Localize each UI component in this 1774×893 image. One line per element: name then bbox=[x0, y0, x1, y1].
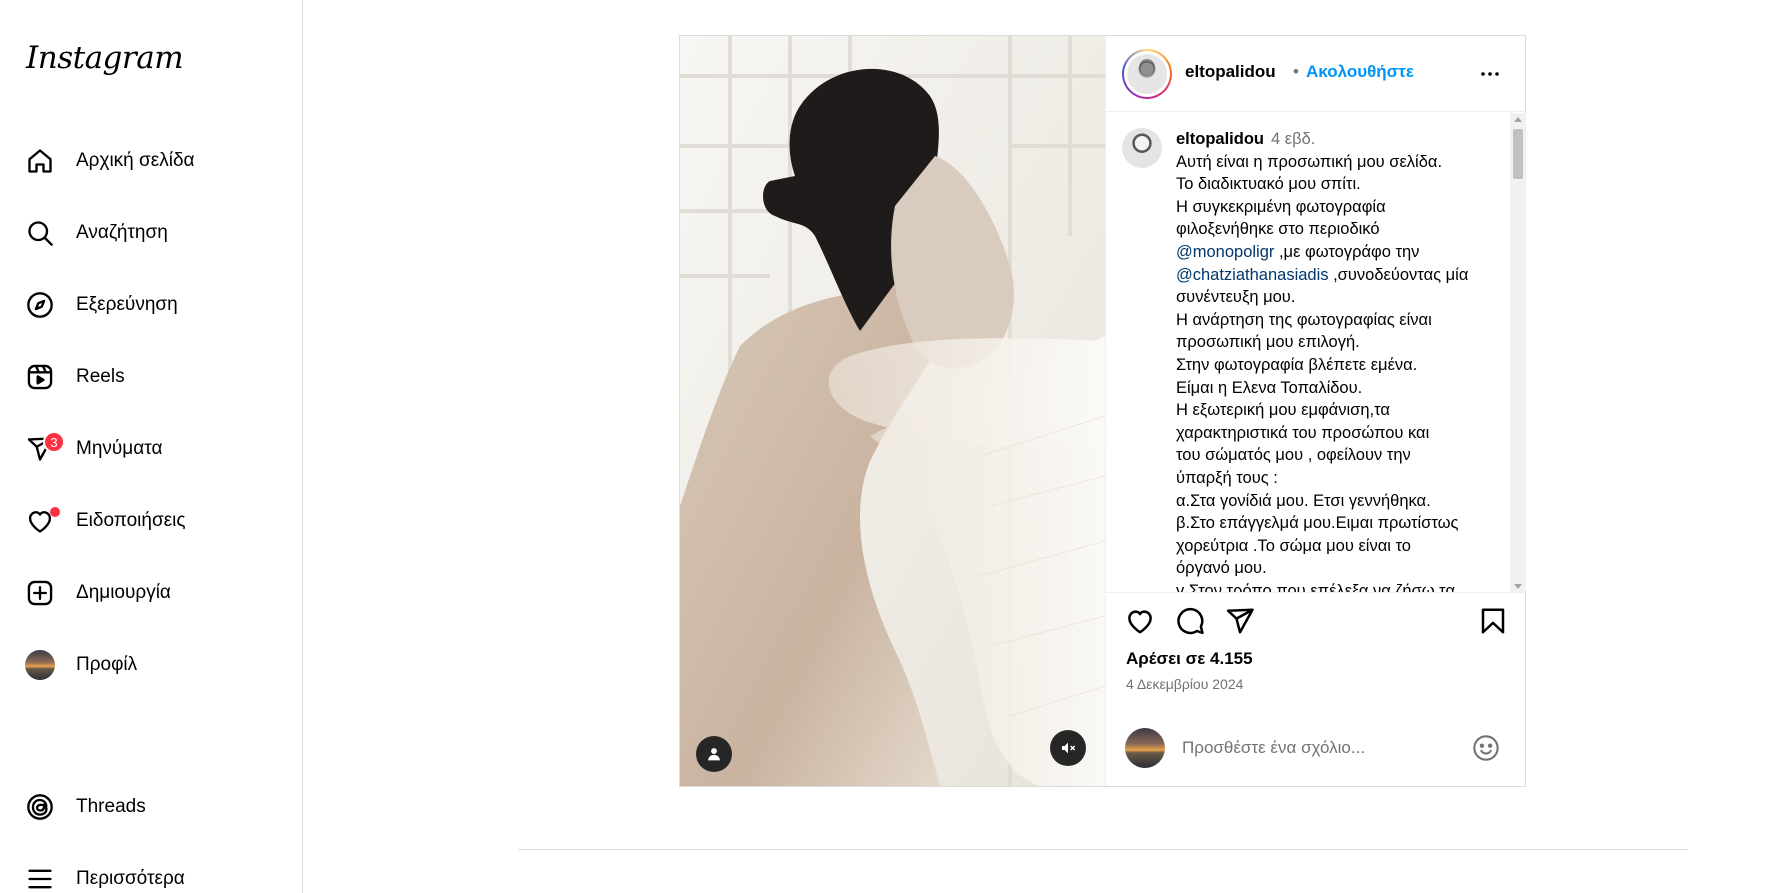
caption-line: Είμαι η Ελενα Τοπαλίδου. bbox=[1176, 378, 1363, 397]
follow-button[interactable]: Ακολουθήστε bbox=[1306, 62, 1414, 82]
caption-line: Στην φωτογραφία βλέπετε εμένα. bbox=[1176, 355, 1418, 374]
caption-text: eltopalidou 4 εβδ. Αυτή είναι η προσωπική… bbox=[1176, 128, 1494, 593]
sidebar-item-profile[interactable]: Προφίλ bbox=[24, 641, 279, 689]
messenger-icon: 3 bbox=[24, 431, 65, 465]
sidebar-item-reels[interactable]: Reels bbox=[24, 353, 279, 401]
caption-line: ύπαρξή τους : bbox=[1176, 468, 1278, 487]
sidebar-item-home[interactable]: Αρχική σελίδα bbox=[24, 137, 279, 185]
caption-line: Η εξωτερική μου εμφάνιση,τα bbox=[1176, 401, 1390, 420]
compass-icon bbox=[24, 289, 56, 321]
emoji-icon bbox=[1473, 735, 1499, 761]
sidebar-item-label: Threads bbox=[76, 796, 146, 817]
caption-line: γ.Στον τρόπο που επέλεξα να ζήσω τα bbox=[1176, 581, 1456, 593]
scroll-down-arrow-icon[interactable] bbox=[1514, 584, 1522, 589]
post-header: eltopalidou • Ακολουθήστε bbox=[1106, 36, 1526, 112]
caption-line: β.Στο επάγγελμά μου.Ειμαι πρωτίστως bbox=[1176, 514, 1459, 533]
caption-fragment: ,συνοδεύοντας μία bbox=[1328, 265, 1469, 284]
caption-line: προσωπική μου επιλογή. bbox=[1176, 333, 1360, 352]
caption-line: Αυτή είναι η προσωπική μου σελίδα. bbox=[1176, 152, 1443, 171]
post-date[interactable]: 4 Δεκεμβρίου 2024 bbox=[1126, 676, 1243, 692]
sidebar-item-label: Προφίλ bbox=[76, 654, 138, 675]
speaker-muted-icon bbox=[1062, 742, 1076, 754]
mute-toggle-button[interactable] bbox=[1050, 730, 1086, 766]
sidebar-item-label: Εξερεύνηση bbox=[76, 294, 178, 315]
sidebar-item-label: Περισσότερα bbox=[76, 868, 185, 889]
caption-line: φιλοξενήθηκε στο περιοδικό bbox=[1176, 220, 1380, 239]
comment-input[interactable] bbox=[1182, 734, 1452, 762]
caption-line: χαρακτηριστικά του προσώπου και bbox=[1176, 423, 1430, 442]
caption-section[interactable]: eltopalidou 4 εβδ. Αυτή είναι η προσωπική… bbox=[1106, 113, 1526, 593]
sidebar-item-create[interactable]: Δημιουργία bbox=[24, 569, 279, 617]
caption-line: Το διαδικτυακό μου σπίτι. bbox=[1176, 175, 1361, 194]
share-button[interactable] bbox=[1223, 604, 1257, 638]
messages-badge: 3 bbox=[43, 431, 65, 453]
header-separator: • bbox=[1293, 62, 1299, 81]
caption-scrollbar[interactable] bbox=[1510, 113, 1526, 592]
share-icon bbox=[1226, 608, 1254, 634]
sidebar-item-label: Δημιουργία bbox=[76, 582, 171, 603]
search-icon bbox=[24, 217, 56, 249]
mention-link[interactable]: @chatziathanasiadis bbox=[1176, 266, 1329, 284]
caption-line: Η συγκεκριμένη φωτογραφία bbox=[1176, 197, 1386, 216]
sidebar-item-search[interactable]: Αναζήτηση bbox=[24, 209, 279, 257]
reels-icon bbox=[24, 361, 56, 393]
user-icon bbox=[708, 748, 720, 761]
caption-time[interactable]: 4 εβδ. bbox=[1271, 130, 1315, 148]
threads-icon bbox=[24, 791, 56, 823]
notification-dot bbox=[50, 507, 60, 517]
home-icon bbox=[24, 145, 56, 177]
post-media[interactable] bbox=[680, 36, 1105, 786]
sidebar-item-label: Ειδοποιήσεις bbox=[76, 510, 186, 531]
sidebar-item-messages[interactable]: 3 Μηνύματα bbox=[24, 425, 279, 473]
caption-username[interactable]: eltopalidou bbox=[1176, 130, 1264, 148]
heart-icon bbox=[24, 505, 60, 537]
scrollbar-thumb[interactable] bbox=[1513, 129, 1523, 179]
sidebar-item-explore[interactable]: Εξερεύνηση bbox=[24, 281, 279, 329]
heart-icon bbox=[1128, 610, 1152, 634]
author-avatar[interactable] bbox=[1122, 49, 1172, 99]
sidebar: Instagram Αρχική σελίδα Αναζήτηση Εξερεύ… bbox=[0, 0, 303, 893]
comment-icon bbox=[1177, 607, 1204, 635]
like-button[interactable] bbox=[1123, 604, 1157, 638]
sidebar-item-label: Reels bbox=[76, 366, 125, 387]
comment-button[interactable] bbox=[1173, 604, 1207, 638]
mention-link[interactable]: @monopoligr bbox=[1176, 243, 1274, 261]
sidebar-item-notifications[interactable]: Ειδοποιήσεις bbox=[24, 497, 279, 545]
sidebar-item-more[interactable]: Περισσότερα bbox=[24, 855, 279, 893]
post-side-panel: eltopalidou • Ακολουθήστε eltopalidou 4 ε… bbox=[1105, 36, 1526, 786]
menu-icon bbox=[24, 863, 56, 893]
sidebar-item-label: Μηνύματα bbox=[76, 438, 163, 459]
caption-line: Η ανάρτηση της φωτογραφίας είναι bbox=[1176, 310, 1432, 329]
post-photo bbox=[680, 36, 1105, 786]
tagged-users-button[interactable] bbox=[696, 736, 732, 772]
instagram-logo[interactable]: Instagram bbox=[26, 40, 184, 76]
more-options-button[interactable] bbox=[1474, 58, 1506, 90]
feed-divider bbox=[518, 849, 1688, 850]
post-actions bbox=[1106, 596, 1526, 646]
current-user-avatar bbox=[1125, 728, 1165, 768]
caption-author-avatar[interactable] bbox=[1122, 128, 1162, 168]
likes-count[interactable]: Αρέσει σε 4.155 bbox=[1126, 649, 1253, 669]
plus-square-icon bbox=[24, 577, 56, 609]
add-comment-bar bbox=[1106, 716, 1526, 786]
save-button[interactable] bbox=[1476, 604, 1510, 638]
author-username[interactable]: eltopalidou bbox=[1185, 62, 1276, 82]
caption-line: όργανό μου. bbox=[1176, 559, 1267, 578]
emoji-button[interactable] bbox=[1470, 732, 1502, 764]
profile-avatar bbox=[24, 649, 56, 681]
sidebar-item-label: Αναζήτηση bbox=[76, 222, 168, 243]
more-icon bbox=[1481, 72, 1499, 76]
scroll-up-arrow-icon[interactable] bbox=[1514, 117, 1522, 122]
caption-line: α.Στα γονίδιά μου. Ετσι γεννήθηκα. bbox=[1176, 491, 1431, 510]
post: eltopalidou • Ακολουθήστε eltopalidou 4 ε… bbox=[679, 35, 1526, 787]
caption-line: χορεύτρια .Το σώμα μου είναι το bbox=[1176, 536, 1411, 555]
caption-line: του σώματός μου , οφείλουν την bbox=[1176, 446, 1411, 465]
caption-line: συνέντευξη μου. bbox=[1176, 288, 1296, 307]
sidebar-item-threads[interactable]: Threads bbox=[24, 783, 279, 831]
caption-fragment: ,με φωτογράφο την bbox=[1274, 242, 1420, 261]
sidebar-item-label: Αρχική σελίδα bbox=[76, 150, 195, 171]
bookmark-icon bbox=[1481, 608, 1505, 634]
